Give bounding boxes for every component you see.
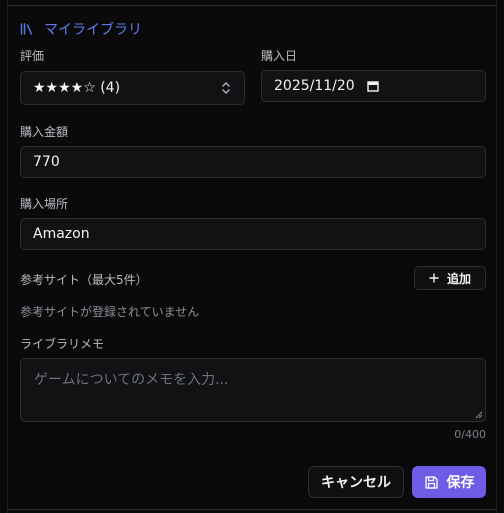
divider (7, 5, 497, 6)
plus-icon (429, 273, 439, 283)
purchase-date-input[interactable]: 2025/11/20 (261, 70, 486, 102)
save-button[interactable]: 保存 (412, 466, 486, 498)
save-button-label: 保存 (446, 475, 475, 491)
cancel-button[interactable]: キャンセル (308, 466, 404, 498)
chevron-up-down-icon (222, 82, 230, 94)
divider (7, 509, 497, 510)
rating-value: ★★★★☆ (4) (33, 80, 121, 96)
section-header: マイライブラリ (20, 18, 142, 40)
purchase-amount-label: 購入金額 (20, 125, 69, 139)
purchase-date-label: 購入日 (261, 49, 298, 63)
purchase-date-value: 2025/11/20 (274, 78, 355, 94)
purchase-place-input[interactable]: Amazon (20, 218, 486, 250)
memo-char-counter: 0/400 (454, 428, 486, 441)
memo-label: ライブラリメモ (20, 337, 105, 351)
purchase-amount-value: 770 (33, 154, 60, 170)
reference-sites-label: 参考サイト（最大5件） (20, 273, 148, 287)
section-title: マイライブラリ (44, 22, 142, 38)
purchase-place-label: 購入場所 (20, 197, 69, 211)
resize-grip-icon[interactable] (475, 411, 483, 419)
library-icon (20, 23, 33, 35)
reference-sites-empty-text: 参考サイトが登録されていません (20, 305, 200, 319)
calendar-icon[interactable] (367, 80, 379, 92)
save-icon (424, 475, 438, 489)
rating-select[interactable]: ★★★★☆ (4) (20, 71, 245, 105)
memo-textarea[interactable]: ゲームについてのメモを入力... (20, 358, 486, 422)
purchase-amount-input[interactable]: 770 (20, 146, 486, 178)
cancel-button-label: キャンセル (321, 475, 391, 491)
purchase-place-value: Amazon (33, 226, 90, 242)
rating-label: 評価 (20, 49, 45, 63)
add-reference-site-button[interactable]: 追加 (414, 266, 486, 290)
memo-placeholder: ゲームについてのメモを入力... (34, 372, 229, 388)
add-button-label: 追加 (446, 271, 471, 286)
